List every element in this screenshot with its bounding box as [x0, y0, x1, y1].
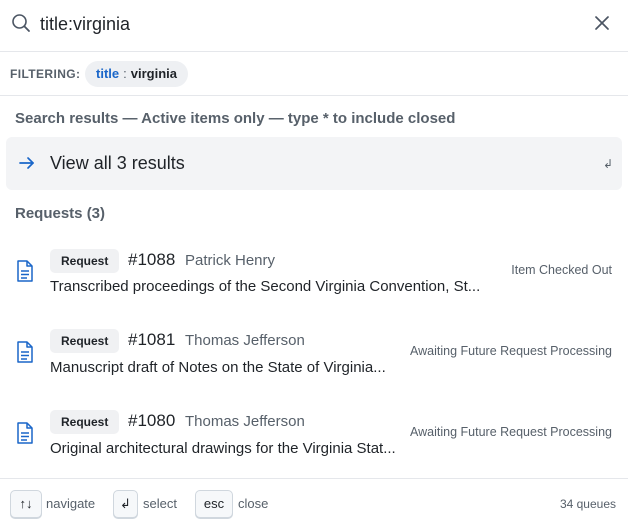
navigate-label: navigate — [46, 496, 96, 511]
select-key: ↲ — [113, 490, 138, 518]
request-number: #1080 — [128, 411, 176, 430]
request-number: #1081 — [128, 330, 176, 349]
footer-shortcuts: ↑↓ navigate ↲ select esc close 34 queues — [0, 478, 628, 526]
group-heading-requests: Requests (3) — [15, 205, 106, 222]
document-icon — [17, 422, 33, 444]
document-icon — [17, 260, 33, 282]
type-badge: Request — [50, 329, 120, 353]
result-row[interactable]: Request #1088 Patrick Henry Transcribed … — [0, 240, 628, 312]
type-badge: Request — [50, 249, 120, 273]
result-row[interactable]: Request #1080 Thomas Jefferson Original … — [0, 401, 628, 473]
result-row[interactable]: Request #1081 Thomas Jefferson Manuscrip… — [0, 320, 628, 392]
request-number: #1088 — [128, 250, 176, 269]
search-icon — [12, 14, 30, 32]
close-icon[interactable] — [592, 13, 612, 33]
request-person: Thomas Jefferson — [185, 413, 305, 430]
close-label: close — [238, 496, 269, 511]
document-icon — [17, 341, 33, 363]
request-status: Awaiting Future Request Processing — [410, 344, 612, 358]
filter-bar: FILTERING: title: virginia — [0, 52, 628, 96]
enter-key-icon: ↲ — [603, 157, 614, 171]
filter-chip-key: title — [96, 66, 120, 81]
view-all-label: View all 3 results — [50, 153, 185, 173]
request-status: Awaiting Future Request Processing — [410, 425, 612, 439]
view-all-results-button[interactable]: View all 3 results ↲ — [6, 137, 622, 190]
request-person: Patrick Henry — [185, 252, 276, 269]
results-caption: Search results — Active items only — typ… — [15, 110, 456, 127]
queue-count: 34 queues — [559, 497, 616, 511]
search-input[interactable] — [40, 10, 580, 38]
request-title: Original architectural drawings for the … — [50, 440, 396, 457]
arrow-right-icon — [19, 157, 34, 169]
filter-chip-separator: : — [123, 66, 127, 81]
filter-chip[interactable]: title: virginia — [85, 61, 188, 87]
request-status: Item Checked Out — [511, 263, 612, 277]
type-badge: Request — [50, 410, 120, 434]
request-person: Thomas Jefferson — [185, 332, 305, 349]
select-label: select — [143, 496, 177, 511]
search-bar — [0, 0, 628, 52]
request-title: Manuscript draft of Notes on the State o… — [50, 359, 386, 376]
filter-chip-value: virginia — [130, 66, 177, 81]
filter-label: FILTERING: — [10, 67, 81, 81]
esc-key: esc — [195, 490, 233, 518]
navigate-key: ↑↓ — [10, 490, 42, 518]
request-title: Transcribed proceedings of the Second Vi… — [50, 278, 480, 295]
